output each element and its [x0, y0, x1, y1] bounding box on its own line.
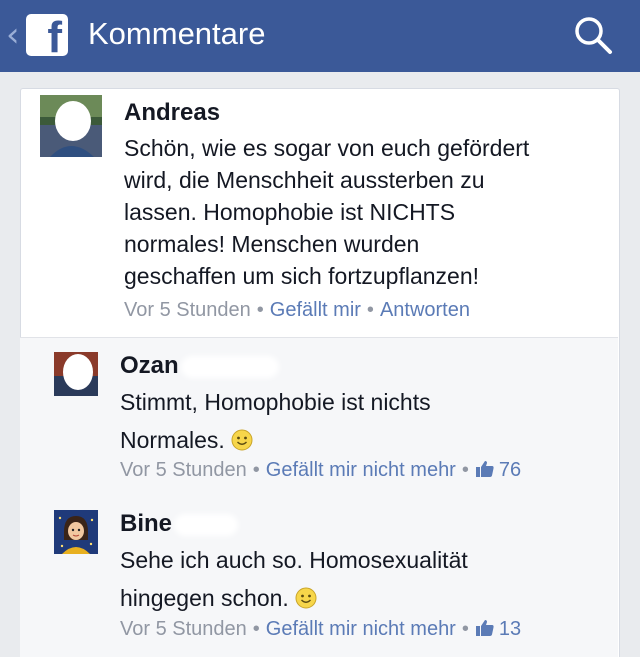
- separator-dot: •: [256, 299, 264, 321]
- reply-text: Sehe ich auch so. Homosexualität hingege…: [120, 541, 590, 617]
- unlike-link[interactable]: Gefällt mir nicht mehr: [266, 459, 456, 481]
- reply-time: Vor 5 Stunden: [120, 459, 247, 481]
- comment-time: Vor 5 Stunden: [124, 299, 251, 321]
- redacted-surname: [184, 359, 275, 374]
- redacted-surname: [226, 106, 299, 121]
- back-chevron-icon[interactable]: ‹: [6, 18, 20, 52]
- comment-text-line: geschaffen um sich fortzupflanzen!: [124, 263, 480, 289]
- facebook-logo-letter: f: [47, 13, 62, 62]
- comment-text: Schön, wie es sogar von euch gefördert w…: [124, 132, 604, 292]
- like-count[interactable]: 76: [499, 459, 521, 481]
- smiley-icon: [295, 587, 317, 609]
- comment-text-line: normales! Menschen wurden: [124, 231, 420, 257]
- reply-author[interactable]: Ozan: [120, 352, 275, 380]
- reply-meta: Vor 5 Stunden • Gefällt mir nicht mehr • 13: [120, 616, 521, 642]
- redacted-surname: [178, 517, 235, 532]
- like-link[interactable]: Gefällt mir: [270, 299, 361, 321]
- separator-dot: •: [461, 459, 469, 481]
- separator-dot: •: [252, 618, 260, 640]
- comment-author[interactable]: Andreas: [124, 99, 299, 127]
- comment-meta: Vor 5 Stunden • Gefällt mir • Antworten: [124, 297, 470, 323]
- reply-text-line: Normales.: [120, 421, 590, 459]
- avatar-ozan[interactable]: [54, 352, 98, 396]
- thumbs-up-icon[interactable]: [475, 619, 495, 637]
- separator-dot: •: [461, 618, 469, 640]
- separator-dot: •: [366, 299, 374, 321]
- thumbs-up-icon[interactable]: [475, 460, 495, 478]
- reply-text-line: Sehe ich auch so. Homosexualität: [120, 547, 468, 573]
- comment-text-line: lassen. Homophobie ist NICHTS: [124, 199, 456, 225]
- reply-text-line: Stimmt, Homophobie ist nichts: [120, 389, 431, 415]
- reply-meta: Vor 5 Stunden • Gefällt mir nicht mehr • 76: [120, 457, 521, 483]
- reply-time: Vor 5 Stunden: [120, 618, 247, 640]
- like-count[interactable]: 13: [499, 618, 521, 640]
- separator-dot: •: [252, 459, 260, 481]
- avatar-bine[interactable]: [54, 510, 98, 554]
- unlike-link[interactable]: Gefällt mir nicht mehr: [266, 618, 456, 640]
- reply-link[interactable]: Antworten: [380, 299, 470, 321]
- avatar-andreas[interactable]: [40, 95, 102, 157]
- facebook-logo-icon[interactable]: f: [26, 14, 68, 60]
- reply-text: Stimmt, Homophobie ist nichts Normales.: [120, 383, 590, 459]
- reply-text-line: hingegen schon.: [120, 579, 590, 617]
- comment-text-line: wird, die Menschheit aussterben zu: [124, 167, 485, 193]
- search-icon[interactable]: [570, 12, 616, 58]
- reply-author[interactable]: Bine: [120, 510, 235, 538]
- page-title: Kommentare: [88, 16, 266, 51]
- top-bar: ‹ f Kommentare: [0, 0, 640, 72]
- comment-text-line: Schön, wie es sogar von euch gefördert: [124, 135, 530, 161]
- smiley-icon: [231, 429, 253, 451]
